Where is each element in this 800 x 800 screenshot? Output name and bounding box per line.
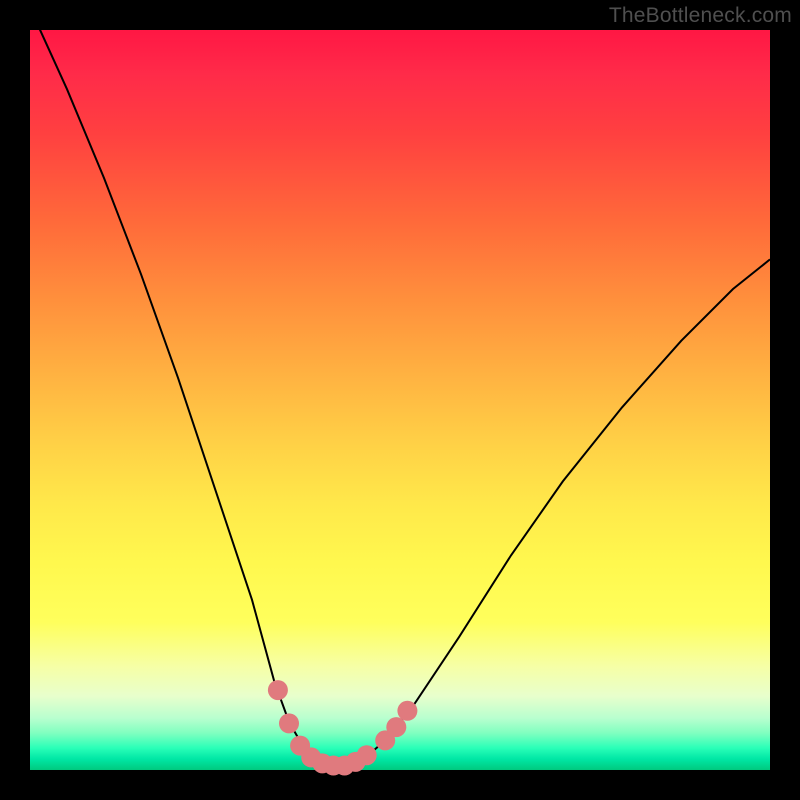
watermark-text: TheBottleneck.com [609, 4, 792, 28]
marker-dot [268, 680, 288, 700]
chart-svg [30, 30, 770, 770]
chart-area [30, 30, 770, 770]
marker-dot [357, 745, 377, 765]
curve-markers [268, 680, 418, 775]
marker-dot [386, 717, 406, 737]
marker-dot [397, 701, 417, 721]
curve-line [30, 8, 770, 766]
marker-dot [279, 713, 299, 733]
